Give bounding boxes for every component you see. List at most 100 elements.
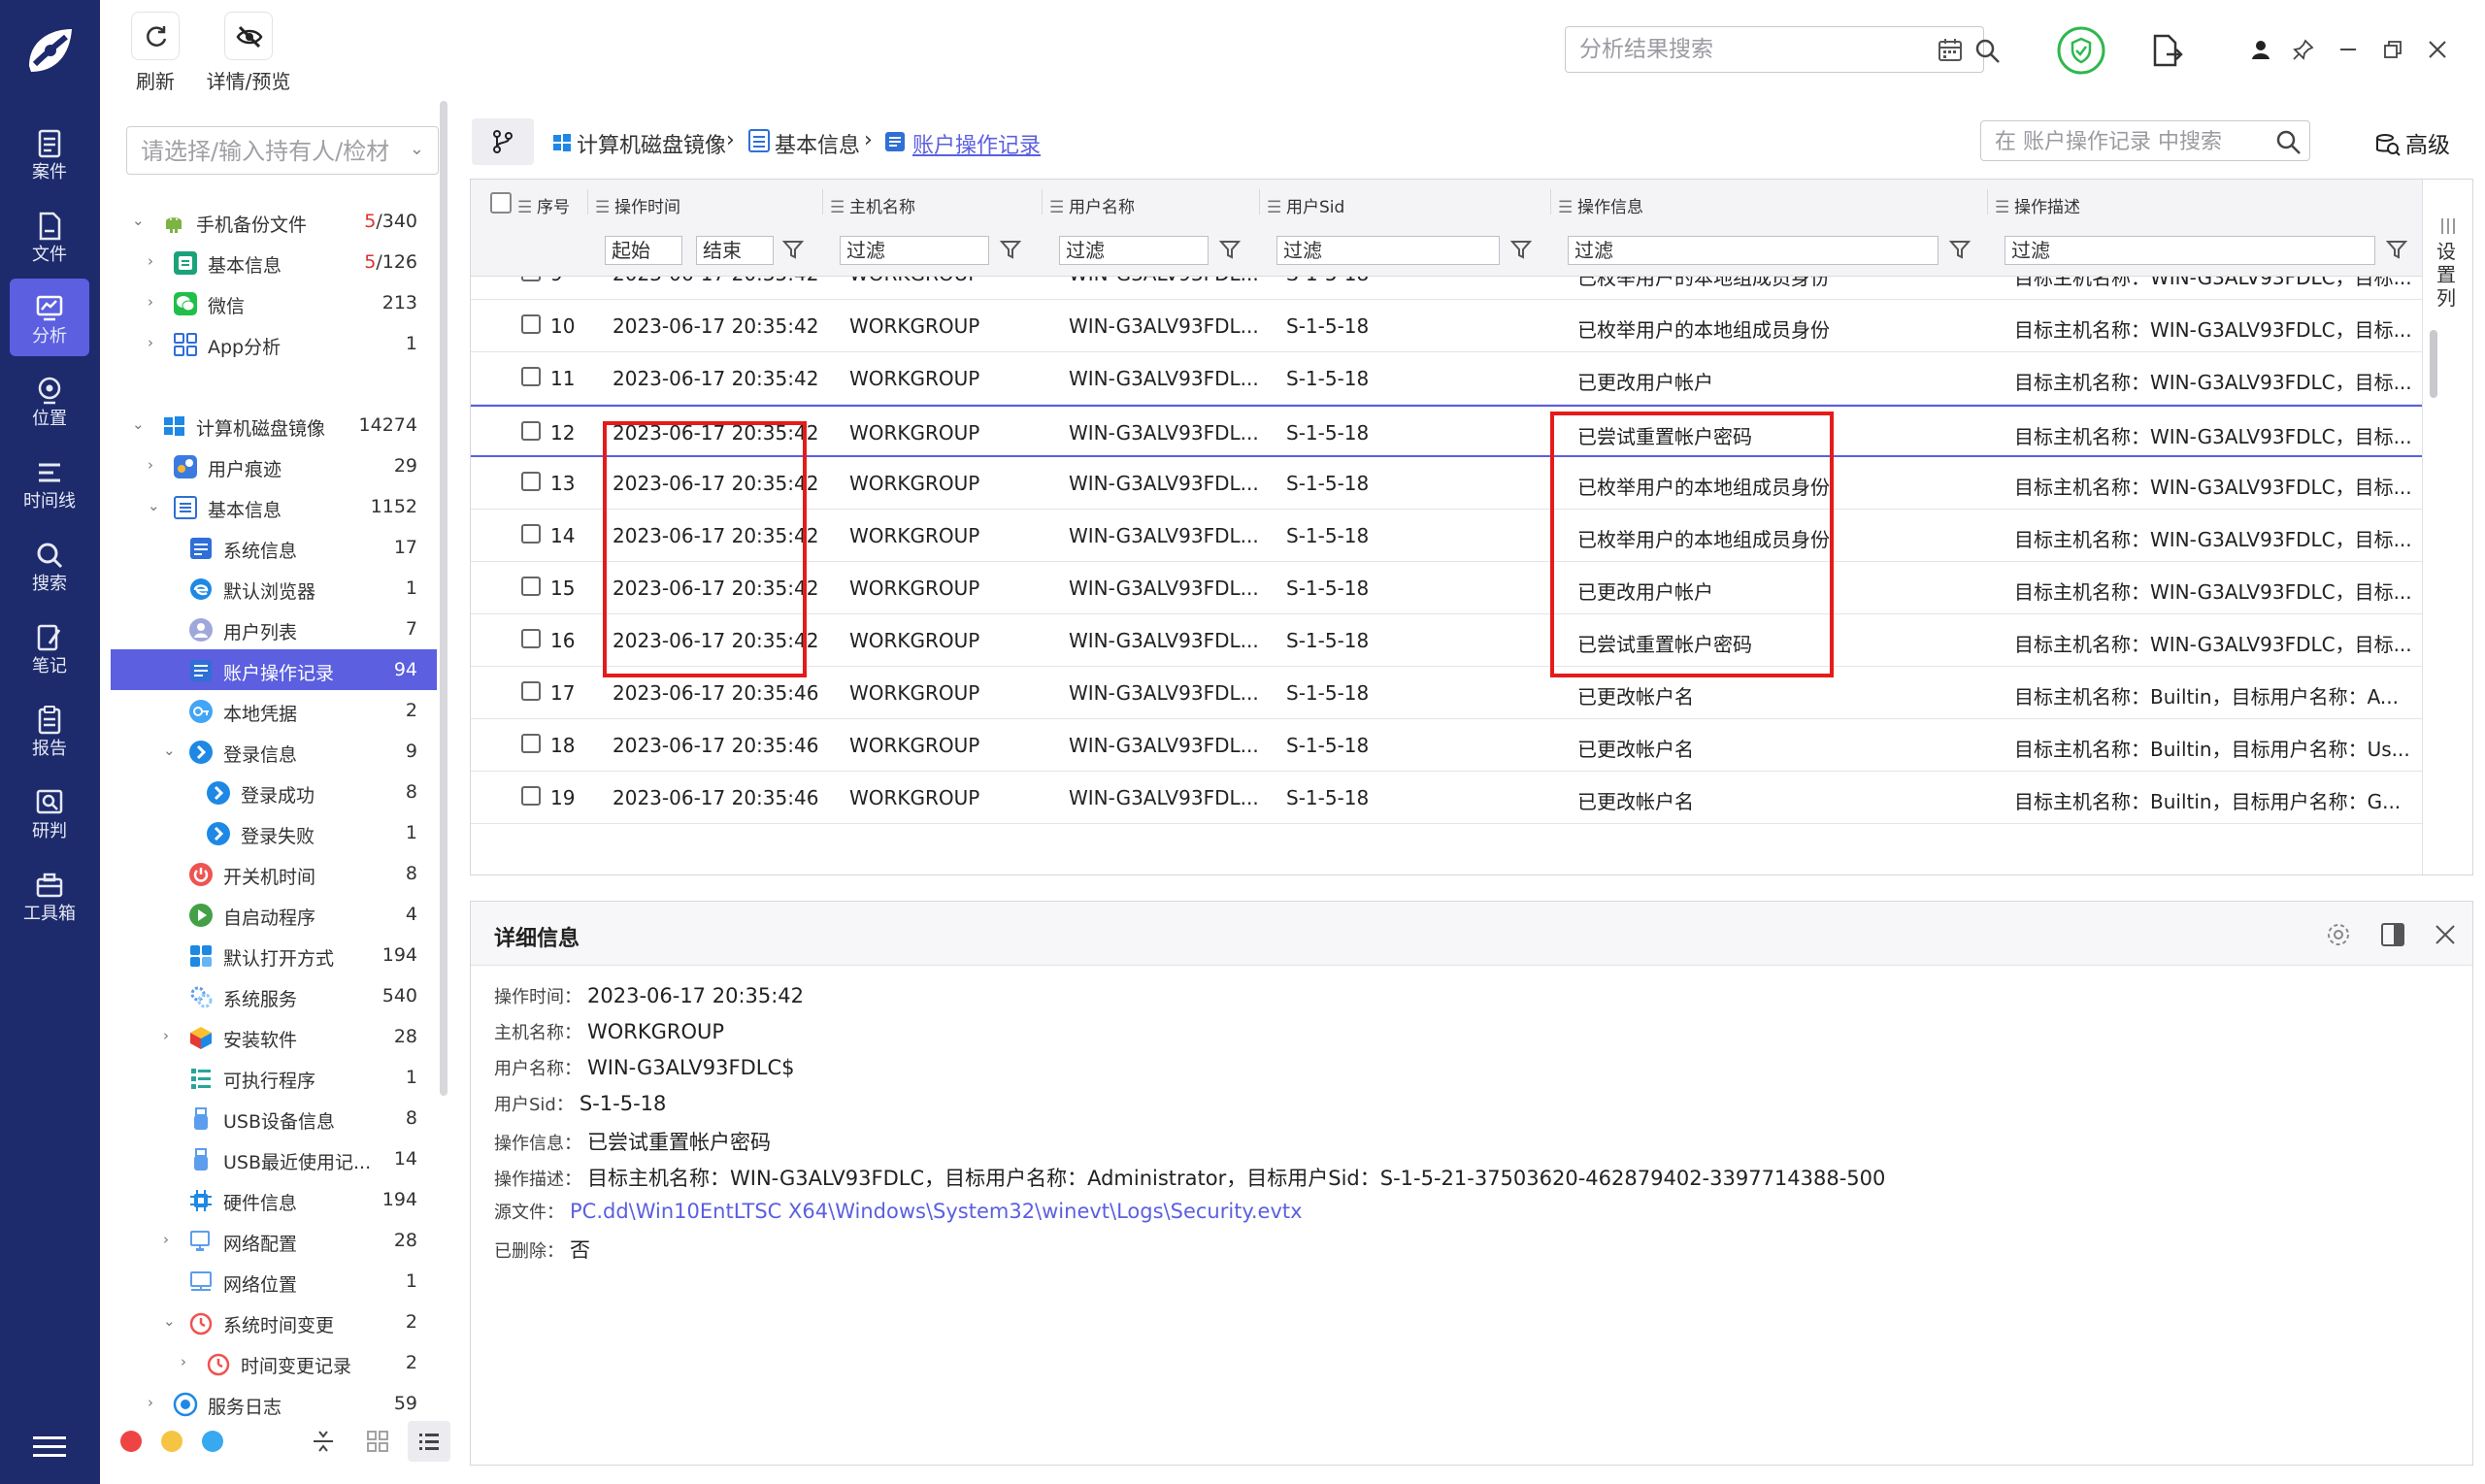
tree-item-usb-recent[interactable]: USB最近使用记... 14 xyxy=(111,1138,437,1179)
tree-item-network-location[interactable]: 网络位置 1 xyxy=(111,1261,437,1302)
panel-layout-icon[interactable] xyxy=(2379,921,2406,948)
gear-icon[interactable] xyxy=(2325,921,2352,948)
tree-item-system-service[interactable]: 系统服务 540 xyxy=(111,975,437,1016)
chevron-down-icon[interactable]: ⌄ xyxy=(163,742,179,758)
table-row[interactable]: 18 2023-06-17 20:35:46 WORKGROUP WIN-G3ALV9… xyxy=(471,719,2422,772)
restore-icon[interactable] xyxy=(2382,39,2403,60)
chevron-down-icon[interactable]: ⌄ xyxy=(132,416,148,432)
nav-item-note[interactable]: 笔记 xyxy=(10,609,89,686)
filter-icon[interactable] xyxy=(781,238,805,261)
tree-item-mobile-basic-info[interactable]: › 基本信息 5/126 xyxy=(111,242,437,282)
nav-item-timeline[interactable]: 时间线 xyxy=(10,444,89,521)
holder-select-input[interactable] xyxy=(141,137,393,166)
tree-item-basic-info[interactable]: ⌄ 基本信息 1152 xyxy=(111,486,437,527)
chevron-down-icon[interactable]: ⌄ xyxy=(132,213,148,228)
breadcrumb-item[interactable]: 计算机磁盘镜像 xyxy=(577,128,726,159)
row-checkbox[interactable] xyxy=(521,681,541,701)
host-filter[interactable]: 过滤 xyxy=(840,236,989,265)
nav-item-report[interactable]: 报告 xyxy=(10,691,89,769)
row-checkbox[interactable] xyxy=(521,277,541,281)
row-checkbox[interactable] xyxy=(521,472,541,491)
tree-item-autostart[interactable]: 自启动程序 4 xyxy=(111,894,437,935)
column-header-desc[interactable]: ☰ 操作描述 xyxy=(1995,193,2080,217)
tree-item-installed-software[interactable]: › 安装软件 28 xyxy=(111,1016,437,1057)
yellow-dot[interactable] xyxy=(161,1431,182,1452)
breadcrumb-item[interactable]: 基本信息 xyxy=(775,128,860,159)
tree-item-local-credentials[interactable]: 本地凭据 2 xyxy=(111,690,437,731)
tree-item-wechat[interactable]: › 微信 213 xyxy=(111,282,437,323)
column-settings-button[interactable]: 设置列 xyxy=(2422,180,2472,874)
tree-item-login-fail[interactable]: 登录失败 1 xyxy=(111,812,437,853)
tree-item-mobile-backup[interactable]: ⌄ 手机备份文件 5/340 xyxy=(111,201,437,242)
nav-item-search[interactable]: 搜索 xyxy=(10,526,89,604)
detail-preview-button[interactable]: 详情/预览 xyxy=(200,12,297,94)
breadcrumb-current[interactable]: 账户操作记录 xyxy=(912,128,1041,159)
pin-icon[interactable] xyxy=(2293,39,2314,60)
search-icon[interactable] xyxy=(2274,128,2302,155)
tree-item-account-operations[interactable]: 账户操作记录 94 xyxy=(111,649,437,690)
tree-item-app-analysis[interactable]: › App分析 1 xyxy=(111,323,437,364)
tree-item-network-config[interactable]: › 网络配置 28 xyxy=(111,1220,437,1261)
select-all-checkbox[interactable] xyxy=(490,192,512,214)
tree-item-executables[interactable]: 可执行程序 1 xyxy=(111,1057,437,1098)
table-search-input[interactable] xyxy=(1995,127,2257,156)
row-checkbox[interactable] xyxy=(521,367,541,386)
time-start-filter[interactable]: 起始 xyxy=(605,236,682,265)
chevron-down-icon[interactable]: ⌄ xyxy=(410,139,424,159)
grid-view-icon[interactable] xyxy=(365,1429,390,1454)
chevron-down-icon[interactable]: ⌄ xyxy=(148,498,163,513)
tree-item-system-info[interactable]: 系统信息 17 xyxy=(111,527,437,568)
analysis-search-input[interactable] xyxy=(1579,35,1871,64)
hamburger-menu-icon[interactable] xyxy=(33,1435,66,1460)
nav-item-judge[interactable]: 研判 xyxy=(10,774,89,851)
sid-filter[interactable]: 过滤 xyxy=(1276,236,1500,265)
filter-icon[interactable] xyxy=(1218,238,1242,261)
tree-item-disk-image[interactable]: ⌄ 计算机磁盘镜像 14274 xyxy=(111,405,437,445)
list-view-button[interactable] xyxy=(408,1421,450,1462)
time-end-filter[interactable]: 结束 xyxy=(696,236,774,265)
chevron-right-icon[interactable]: › xyxy=(163,1232,179,1247)
export-file-icon[interactable] xyxy=(2149,33,2184,68)
tree-item-time-change-record[interactable]: › 时间变更记录 2 xyxy=(111,1342,437,1383)
tree-item-power-time[interactable]: 开关机时间 8 xyxy=(111,853,437,894)
chevron-right-icon[interactable]: › xyxy=(148,1395,163,1410)
nav-item-location[interactable]: 位置 xyxy=(10,361,89,439)
tree-item-default-browser[interactable]: 默认浏览器 1 xyxy=(111,568,437,609)
row-checkbox[interactable] xyxy=(521,577,541,596)
filter-icon[interactable] xyxy=(1948,238,1971,261)
collapse-icon[interactable] xyxy=(311,1429,336,1454)
calendar-icon[interactable] xyxy=(1937,37,1964,64)
user-filter[interactable]: 过滤 xyxy=(1059,236,1209,265)
user-icon[interactable] xyxy=(2250,39,2271,60)
chevron-right-icon[interactable]: › xyxy=(148,253,163,269)
blue-dot[interactable] xyxy=(202,1431,223,1452)
column-header-sid[interactable]: ☰ 用户Sid xyxy=(1267,193,1344,217)
source-file-link[interactable]: PC.dd\Win10EntLTSC X64\Windows\System32\… xyxy=(570,1200,1303,1223)
row-checkbox[interactable] xyxy=(521,629,541,648)
tree-item-system-time-change[interactable]: ⌄ 系统时间变更 2 xyxy=(111,1302,437,1342)
red-dot[interactable] xyxy=(120,1431,142,1452)
refresh-button[interactable]: 刷新 xyxy=(131,12,180,94)
nav-item-file[interactable]: 文件 xyxy=(10,197,89,275)
table-row[interactable]: 9 2023-06-17 20:35:42 WORKGROUP WIN-G3ALV93… xyxy=(471,277,2422,300)
row-checkbox[interactable] xyxy=(521,524,541,544)
shield-check-icon[interactable] xyxy=(2056,25,2106,76)
tree-item-hardware[interactable]: 硬件信息 194 xyxy=(111,1179,437,1220)
table-row[interactable]: 19 2023-06-17 20:35:46 WORKGROUP WIN-G3ALV9… xyxy=(471,772,2422,824)
column-header-user[interactable]: ☰ 用户名称 xyxy=(1049,193,1135,217)
tree-item-default-open[interactable]: 默认打开方式 194 xyxy=(111,935,437,975)
table-scrollbar[interactable] xyxy=(2430,330,2437,398)
advanced-search-button[interactable]: 高级 xyxy=(2374,126,2450,159)
chevron-right-icon[interactable]: › xyxy=(148,457,163,473)
filter-icon[interactable] xyxy=(999,238,1022,261)
chevron-right-icon[interactable]: › xyxy=(163,1028,179,1043)
column-header-no[interactable]: ☰ 序号 xyxy=(517,193,570,217)
tree-item-user-list[interactable]: 用户列表 7 xyxy=(111,609,437,649)
nav-item-toolbox[interactable]: 工具箱 xyxy=(10,856,89,934)
minimize-icon[interactable] xyxy=(2337,39,2359,60)
column-header-info[interactable]: ☰ 操作信息 xyxy=(1558,193,1643,217)
tree-item-usb-device[interactable]: USB设备信息 8 xyxy=(111,1098,437,1138)
table-row[interactable]: 10 2023-06-17 20:35:42 WORKGROUP WIN-G3ALV9… xyxy=(471,300,2422,352)
search-icon[interactable] xyxy=(1973,37,2001,64)
nav-item-case[interactable]: 案件 xyxy=(10,115,89,192)
